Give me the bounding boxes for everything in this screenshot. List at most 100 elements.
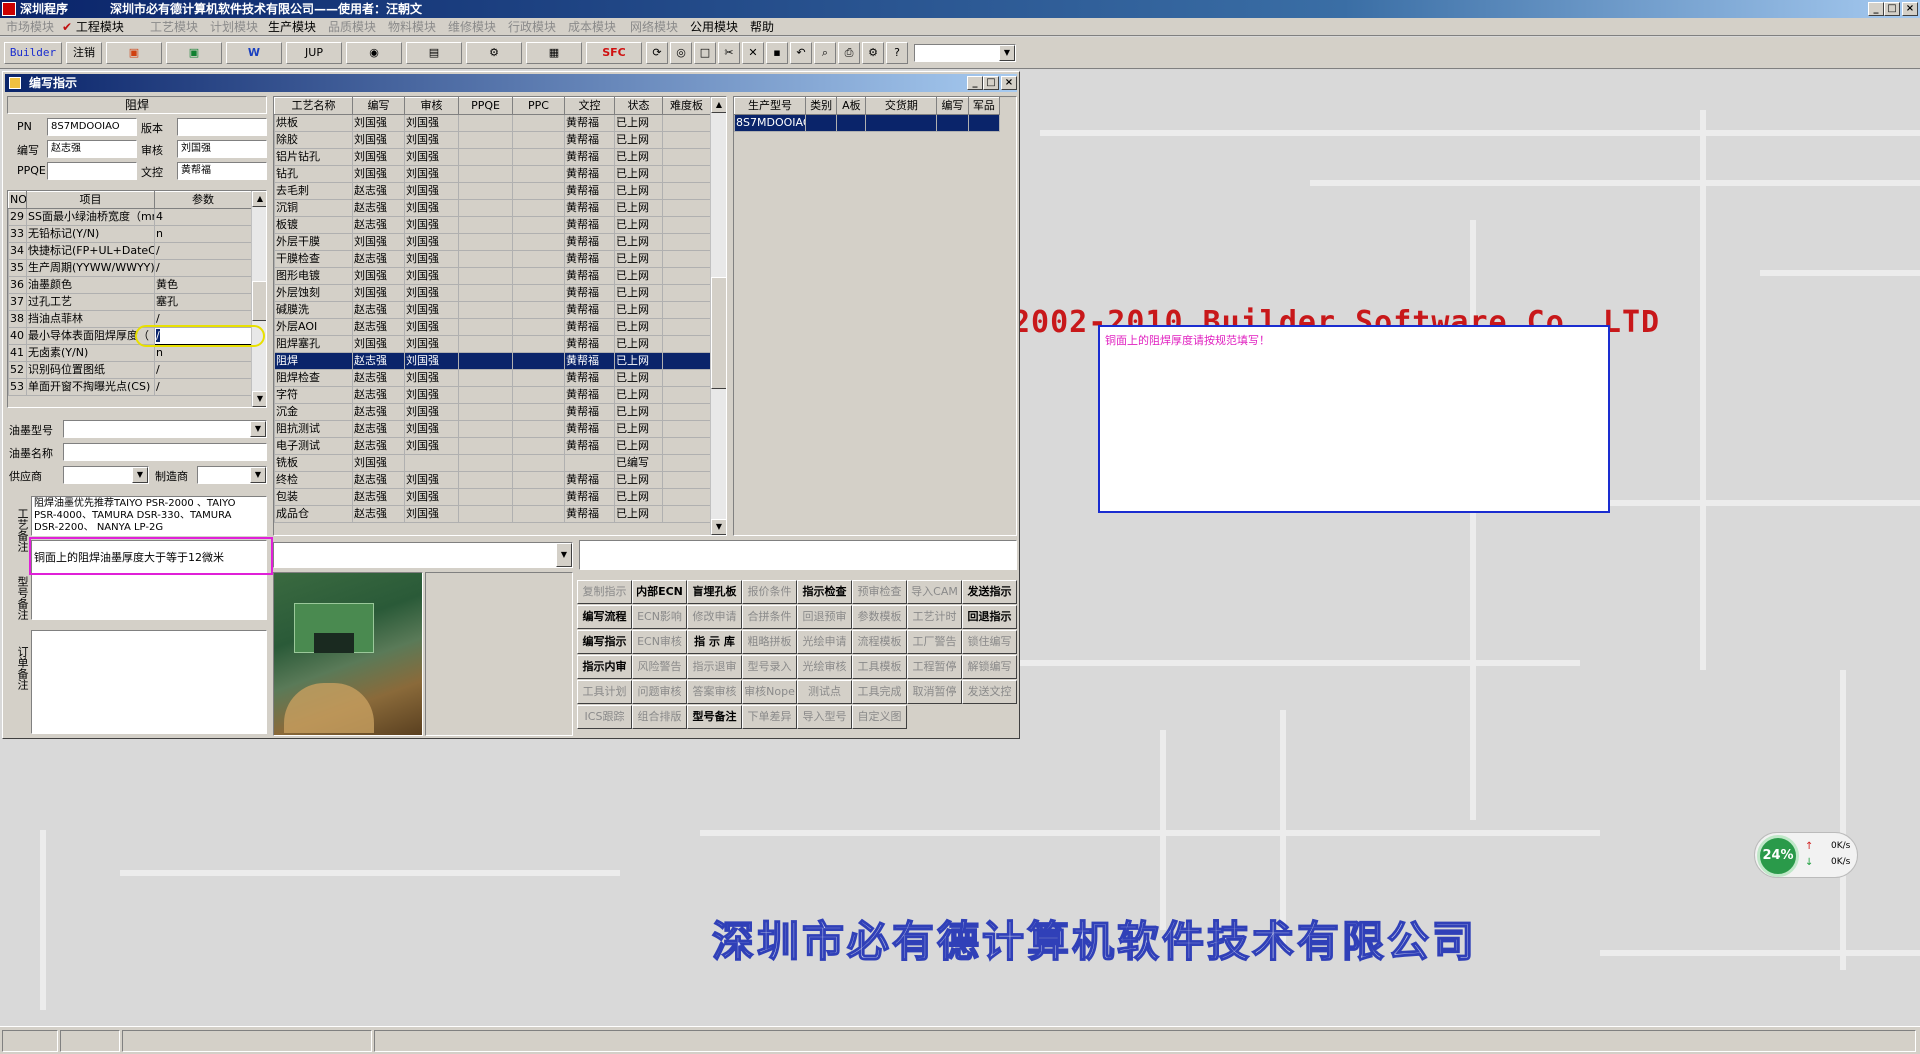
process-col-header[interactable]: 文控 — [564, 97, 615, 115]
process-cell[interactable]: 黄帮福 — [564, 199, 615, 217]
process-cell[interactable]: 黄帮福 — [564, 114, 615, 132]
process-col-header[interactable]: PPC — [512, 97, 565, 115]
process-cell[interactable]: 刘国强 — [352, 335, 405, 353]
params-cell[interactable]: 4 — [154, 208, 252, 226]
book-icon[interactable]: ▤ — [406, 42, 462, 64]
process-cell[interactable] — [662, 165, 711, 183]
process-cell[interactable] — [458, 335, 513, 353]
params-row[interactable]: 35 生产周期(YYWW/WWYY) / — [8, 259, 252, 277]
process-cell[interactable] — [662, 505, 711, 523]
process-cell[interactable]: 已上网 — [614, 318, 663, 336]
process-cell[interactable]: 已上网 — [614, 335, 663, 353]
process-cell[interactable]: 外层干膜 — [274, 233, 353, 251]
menu-item-10[interactable]: 网络模块 — [630, 19, 678, 35]
maximize-icon[interactable]: □ — [1884, 2, 1900, 16]
params-cell[interactable]: n — [154, 344, 252, 362]
process-cell[interactable] — [512, 488, 565, 506]
process-cell[interactable]: 黄帮福 — [564, 369, 615, 387]
help-icon[interactable]: ? — [886, 42, 908, 64]
action-button[interactable]: 参数模板 — [852, 605, 907, 629]
process-col-header[interactable]: 状态 — [614, 97, 663, 115]
process-row[interactable]: 铣板 刘国强 已编写 — [274, 454, 711, 472]
params-cell[interactable]: 塞孔 — [154, 293, 252, 311]
process-cell[interactable] — [458, 369, 513, 387]
chevron-down-icon[interactable]: ▼ — [250, 467, 266, 483]
process-cell[interactable] — [458, 318, 513, 336]
scroll-thumb[interactable] — [711, 277, 726, 389]
process-cell[interactable]: 刘国强 — [352, 233, 405, 251]
process-cell[interactable]: 刘国强 — [404, 352, 459, 370]
params-scrollbar[interactable]: ▲ ▼ — [251, 191, 266, 407]
params-cell[interactable]: 33 — [8, 225, 27, 243]
process-row[interactable]: 成品仓 赵志强 刘国强 黄帮福 已上网 — [274, 505, 711, 523]
action-button[interactable]: 指示内审 — [577, 655, 632, 679]
process-cell[interactable]: 黄帮福 — [564, 165, 615, 183]
action-button[interactable]: 指示检查 — [797, 580, 852, 604]
orders-col-header[interactable]: 类别 — [804, 97, 838, 115]
action-button[interactable]: 回退预审 — [797, 605, 852, 629]
printer-setup-icon[interactable]: ▦ — [526, 42, 582, 64]
process-cell[interactable]: 成品仓 — [274, 505, 353, 523]
preview-icon[interactable]: ⌕ — [814, 42, 836, 64]
params-cell[interactable]: n — [154, 225, 252, 243]
process-cell[interactable] — [404, 454, 459, 472]
ppt-icon[interactable]: ▣ — [106, 42, 162, 64]
process-cell[interactable]: 黄帮福 — [564, 182, 615, 200]
process-cell[interactable] — [564, 454, 615, 472]
params-row[interactable]: 37 过孔工艺 塞孔 — [8, 293, 252, 311]
action-button[interactable]: 问题审核 — [632, 680, 687, 704]
orders-cell[interactable] — [836, 114, 867, 132]
process-cell[interactable]: 已上网 — [614, 505, 663, 523]
action-button[interactable]: 内部ECN — [632, 580, 687, 604]
process-cell[interactable]: 包装 — [274, 488, 353, 506]
menu-item-3[interactable]: 计划模块 — [210, 19, 258, 35]
refresh-icon[interactable]: ⟳ — [646, 42, 668, 64]
menu-item-1[interactable]: ✔ 工程模块 — [62, 19, 124, 35]
process-cell[interactable] — [662, 131, 711, 149]
process-cell[interactable]: 黄帮福 — [564, 216, 615, 234]
process-cell[interactable] — [662, 352, 711, 370]
params-cell[interactable]: 黄色 — [154, 276, 252, 294]
params-cell[interactable]: 无卤素(Y/N) — [26, 344, 155, 362]
params-cell[interactable]: 37 — [8, 293, 27, 311]
logout-button[interactable]: 注销 — [66, 42, 102, 64]
action-button[interactable]: 审核Nope — [742, 680, 797, 704]
params-cell[interactable]: 油墨颜色 — [26, 276, 155, 294]
process-cell[interactable]: 铣板 — [274, 454, 353, 472]
params-cell[interactable]: / — [154, 242, 252, 260]
params-col-header[interactable]: NO — [8, 191, 27, 209]
chevron-down-icon[interactable]: ▼ — [556, 543, 572, 567]
action-button[interactable]: 答案审核 — [687, 680, 742, 704]
process-cell[interactable]: 去毛刺 — [274, 182, 353, 200]
action-button[interactable]: 报价条件 — [742, 580, 797, 604]
process-row[interactable]: 阻焊检查 赵志强 刘国强 黄帮福 已上网 — [274, 369, 711, 387]
process-cell[interactable]: 阻焊检查 — [274, 369, 353, 387]
orders-cell[interactable]: 8S7MDOOIAO — [734, 114, 806, 132]
model-note-tab[interactable]: 型号备注 — [9, 568, 29, 628]
process-cell[interactable]: 黄帮福 — [564, 233, 615, 251]
process-cell[interactable]: 已上网 — [614, 216, 663, 234]
process-cell[interactable]: 赵志强 — [352, 386, 405, 404]
process-cell[interactable] — [512, 335, 565, 353]
process-cell[interactable] — [662, 301, 711, 319]
process-cell[interactable] — [662, 403, 711, 421]
child-close-icon[interactable]: × — [1001, 76, 1017, 90]
version-field[interactable] — [177, 118, 267, 136]
process-cell[interactable] — [512, 199, 565, 217]
process-cell[interactable]: 碱膜洗 — [274, 301, 353, 319]
jup-button[interactable]: JUP — [286, 42, 342, 64]
params-cell[interactable]: 52 — [8, 361, 27, 379]
process-cell[interactable]: 刘国强 — [352, 165, 405, 183]
orders-col-header[interactable]: A板 — [836, 97, 867, 115]
process-row[interactable]: 板镀 赵志强 刘国强 黄帮福 已上网 — [274, 216, 711, 234]
process-cell[interactable] — [512, 114, 565, 132]
process-cell[interactable]: 赵志强 — [352, 471, 405, 489]
menu-item-5[interactable]: 品质模块 — [328, 19, 376, 35]
params-cell[interactable]: 单面开窗不掏曝光点(CS) — [26, 378, 155, 396]
process-cell[interactable] — [458, 301, 513, 319]
action-button[interactable]: 编写流程 — [577, 605, 632, 629]
process-cell[interactable]: 刘国强 — [404, 233, 459, 251]
process-cell[interactable] — [458, 199, 513, 217]
process-cell[interactable]: 刘国强 — [404, 216, 459, 234]
process-row[interactable]: 除胶 刘国强 刘国强 黄帮福 已上网 — [274, 131, 711, 149]
